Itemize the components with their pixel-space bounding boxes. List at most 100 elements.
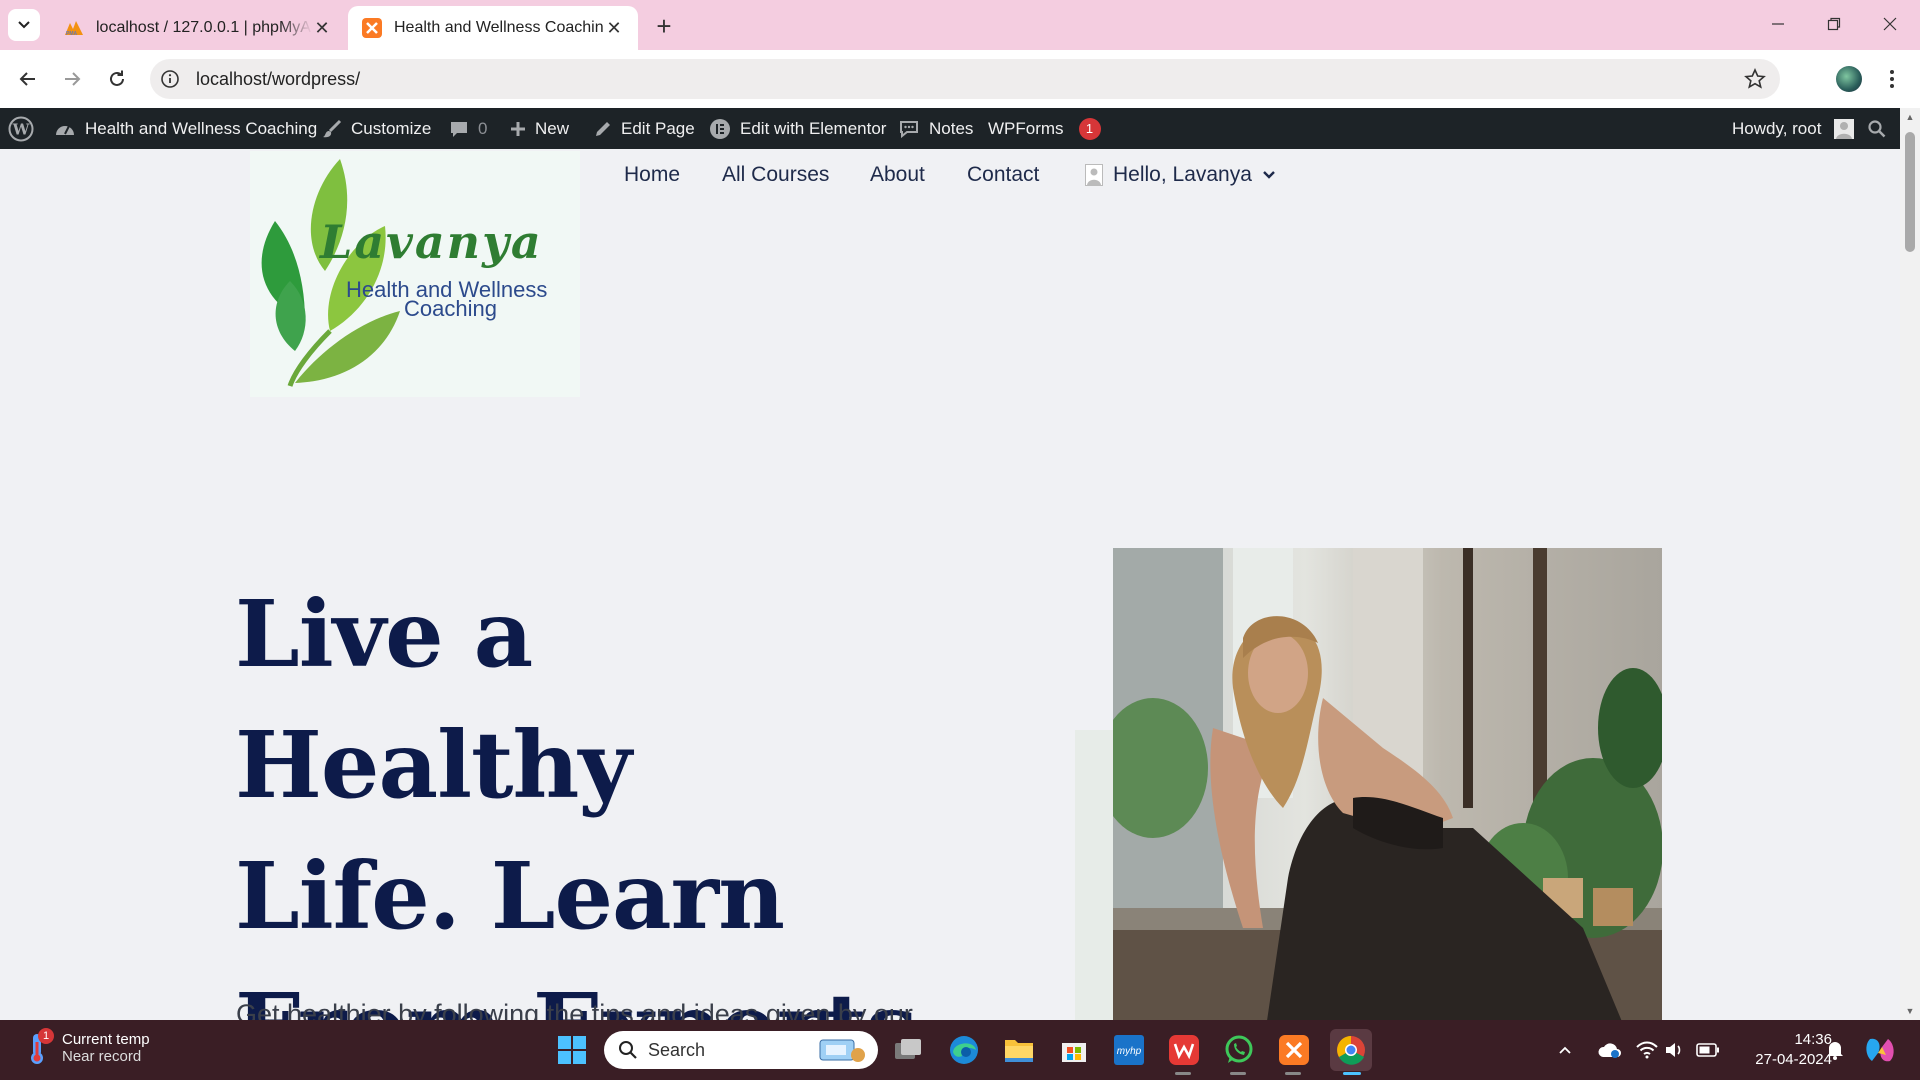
- admin-edit-elementor-label: Edit with Elementor: [740, 118, 887, 138]
- browser-tab-strip: PMA localhost / 127.0.0.1 | phpMyAd ✕ He…: [0, 0, 1920, 50]
- onedrive-tray[interactable]: [1598, 1020, 1622, 1080]
- minimize-button[interactable]: [1758, 8, 1798, 40]
- whatsapp-icon: [1225, 1035, 1253, 1063]
- leaf-logo-icon: [261, 159, 400, 387]
- search-icon: [619, 1041, 637, 1059]
- wps-office-app[interactable]: [1166, 1032, 1202, 1068]
- close-window-button[interactable]: [1870, 8, 1910, 40]
- plus-icon: [511, 121, 525, 136]
- paintbrush-icon: [323, 119, 342, 137]
- admin-comments[interactable]: 0: [449, 108, 487, 149]
- admin-customize[interactable]: Customize: [322, 108, 431, 149]
- chevron-up-icon: [1559, 1046, 1571, 1054]
- wp-admin-bar: W Health and Wellness Coaching Customize…: [0, 108, 1920, 149]
- chevron-down-icon: [1263, 171, 1275, 179]
- chrome-app[interactable]: [1330, 1029, 1372, 1071]
- task-view-button[interactable]: [890, 1032, 926, 1068]
- tab-search-button[interactable]: [8, 9, 40, 41]
- copilot-tray[interactable]: [1864, 1020, 1896, 1080]
- nav-contact[interactable]: Contact: [967, 163, 1039, 187]
- logo-line-2: Coaching: [404, 296, 497, 321]
- hero-title: Live a Healthy Life. Learn From Experts.: [235, 569, 955, 1020]
- weather-widget[interactable]: 1 Current temp Near record: [24, 1028, 150, 1066]
- taskbar-search[interactable]: Search: [604, 1031, 878, 1069]
- scroll-up-icon[interactable]: ▲: [1905, 112, 1915, 122]
- windows-logo-icon: [558, 1036, 586, 1064]
- bookmark-star-icon[interactable]: [1744, 68, 1766, 90]
- wifi-tray[interactable]: [1636, 1020, 1658, 1080]
- admin-howdy-label: Howdy, root: [1732, 118, 1822, 138]
- notifications-tray[interactable]: [1826, 1020, 1844, 1080]
- volume-tray[interactable]: [1664, 1020, 1684, 1080]
- close-tab-icon[interactable]: ✕: [604, 18, 624, 38]
- xampp-icon: [1279, 1035, 1309, 1065]
- nav-about[interactable]: About: [870, 163, 925, 187]
- scrollbar-thumb[interactable]: [1905, 132, 1915, 252]
- wp-logo-menu[interactable]: W: [8, 108, 34, 149]
- tab-title: localhost / 127.0.0.1 | phpMyAd: [96, 19, 312, 36]
- tab-title: Health and Wellness Coaching: [394, 19, 604, 36]
- edge-app[interactable]: [946, 1032, 982, 1068]
- admin-notes-label: Notes: [929, 118, 974, 138]
- more-vertical-icon: [1890, 70, 1894, 88]
- whatsapp-app[interactable]: [1221, 1032, 1257, 1068]
- new-tab-button[interactable]: +: [650, 11, 678, 41]
- restore-icon: [1827, 17, 1841, 31]
- myhp-app[interactable]: myhp: [1111, 1032, 1147, 1068]
- forward-button[interactable]: [56, 63, 88, 95]
- start-button[interactable]: [554, 1032, 590, 1068]
- scroll-down-icon[interactable]: ▼: [1905, 1006, 1915, 1016]
- arrow-right-icon: [65, 72, 81, 86]
- address-bar[interactable]: [150, 59, 1780, 99]
- nav-all-courses[interactable]: All Courses: [722, 163, 829, 187]
- site-info-icon[interactable]: [160, 69, 180, 89]
- file-explorer-app[interactable]: [1001, 1032, 1037, 1068]
- browser-menu-button[interactable]: [1882, 64, 1902, 94]
- thermometer-icon: 1: [24, 1028, 54, 1066]
- show-hidden-icons[interactable]: [1558, 1020, 1572, 1080]
- decorative-backdrop: [1075, 730, 1115, 1020]
- admin-howdy-menu[interactable]: Howdy, root: [1732, 108, 1855, 149]
- weather-subtitle: Near record: [62, 1048, 142, 1065]
- xampp-app[interactable]: [1276, 1032, 1312, 1068]
- nav-user-menu[interactable]: Hello, Lavanya: [1085, 163, 1276, 187]
- reload-button[interactable]: [101, 63, 133, 95]
- url-input[interactable]: [196, 59, 1596, 99]
- tab-health-wellness[interactable]: Health and Wellness Coaching ✕: [348, 6, 638, 50]
- admin-site-name[interactable]: Health and Wellness Coaching: [54, 108, 317, 149]
- edge-browser-icon: [950, 1036, 978, 1064]
- close-icon: [1883, 17, 1897, 31]
- tab-phpmyadmin[interactable]: PMA localhost / 127.0.0.1 | phpMyAd ✕: [50, 6, 346, 50]
- store-app[interactable]: [1056, 1032, 1092, 1068]
- running-indicator: [1230, 1072, 1246, 1075]
- admin-notes[interactable]: Notes: [898, 108, 973, 149]
- chrome-icon: [1337, 1036, 1365, 1065]
- admin-new[interactable]: New: [510, 108, 569, 149]
- battery-tray[interactable]: [1696, 1020, 1720, 1080]
- clock-date: 27-04-2024: [1755, 1051, 1832, 1068]
- store-bag-icon: [1062, 1043, 1086, 1062]
- wifi-icon: [1636, 1041, 1658, 1059]
- active-app-indicator: [1343, 1072, 1361, 1075]
- page-scrollbar[interactable]: ▲ ▼: [1900, 108, 1920, 1020]
- admin-search[interactable]: [1868, 108, 1886, 149]
- hero-title-line-2: Life. Learn: [235, 842, 785, 950]
- profile-avatar[interactable]: [1836, 66, 1862, 92]
- admin-edit-elementor[interactable]: Edit with Elementor: [709, 108, 886, 149]
- svg-text:PMA: PMA: [66, 31, 78, 36]
- xampp-favicon-icon: [362, 18, 382, 38]
- taskbar-clock[interactable]: 14:36 27-04-2024: [1732, 1030, 1832, 1070]
- site-logo[interactable]: Lavanya Health and Wellness Coaching: [250, 151, 580, 397]
- admin-wpforms[interactable]: WPForms 1: [988, 108, 1101, 149]
- hero-image: [1113, 548, 1662, 1020]
- back-button[interactable]: [12, 63, 44, 95]
- admin-customize-label: Customize: [351, 118, 432, 138]
- wpforms-notification-badge: 1: [1078, 117, 1101, 140]
- nav-home[interactable]: Home: [624, 163, 680, 187]
- close-tab-icon[interactable]: ✕: [312, 18, 332, 38]
- reload-icon: [110, 70, 124, 86]
- restore-button[interactable]: [1814, 8, 1854, 40]
- admin-edit-page[interactable]: Edit Page: [594, 108, 695, 149]
- admin-wpforms-label: WPForms: [988, 118, 1064, 138]
- folder-icon: [1005, 1040, 1033, 1062]
